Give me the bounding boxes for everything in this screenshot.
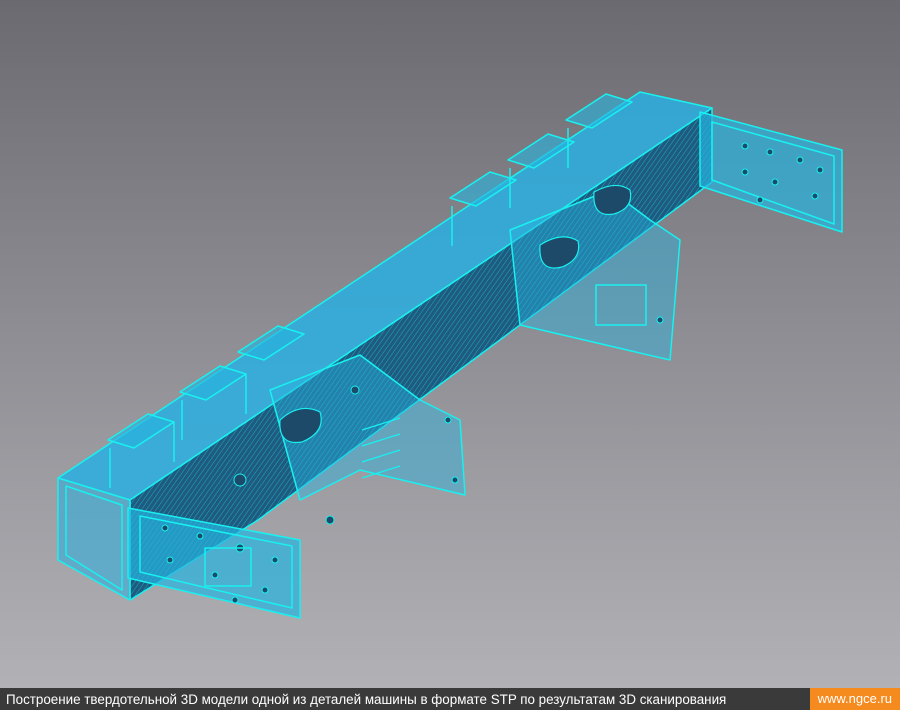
- screenshot-frame: Построение твердотельной 3D модели одной…: [0, 0, 900, 710]
- beam-end-face: [57, 477, 131, 601]
- caption-text: Построение твердотельной 3D модели одной…: [6, 691, 727, 707]
- caption-bar: Построение твердотельной 3D модели одной…: [0, 688, 900, 710]
- cad-wireframe-model: [57, 91, 843, 619]
- site-link[interactable]: www.ngce.ru: [809, 688, 900, 710]
